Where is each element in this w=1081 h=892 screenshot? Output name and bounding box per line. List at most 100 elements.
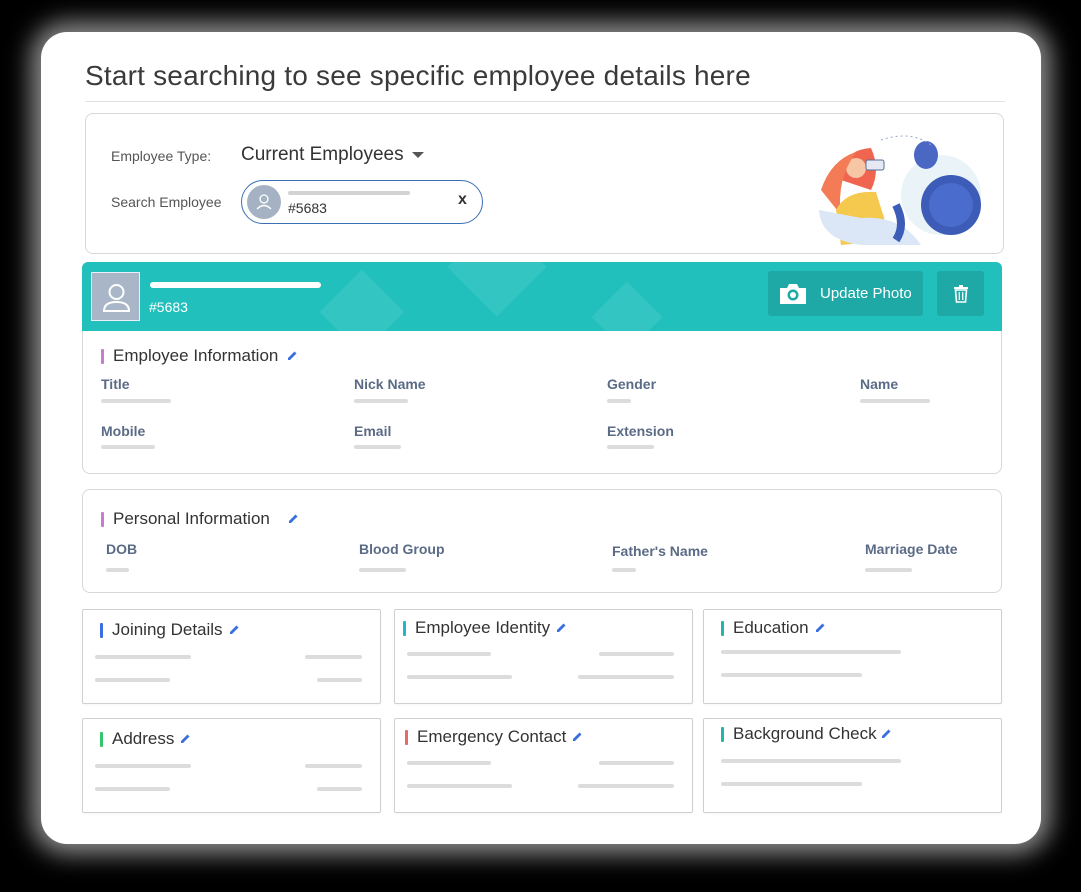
field-label-dob: DOB xyxy=(106,541,138,557)
section-heading: Emergency Contact xyxy=(405,727,583,747)
section-heading: Joining Details xyxy=(100,620,240,640)
search-employee-label: Search Employee xyxy=(111,194,222,210)
edit-pencil-icon[interactable] xyxy=(881,724,892,744)
camera-icon xyxy=(780,283,806,304)
field-value-placeholder xyxy=(612,568,636,572)
section-heading: Employee Information xyxy=(101,346,298,366)
field-label-blood-group: Blood Group xyxy=(359,541,445,557)
divider xyxy=(85,101,1005,102)
placeholder-line xyxy=(407,652,491,656)
clear-search-button[interactable]: x xyxy=(458,191,467,209)
employee-avatar[interactable] xyxy=(91,272,140,321)
field-label-mobile: Mobile xyxy=(101,423,146,439)
employee-type-value: Current Employees xyxy=(241,144,404,165)
placeholder-line xyxy=(721,650,901,654)
placeholder-line xyxy=(578,675,674,679)
user-icon xyxy=(102,284,131,312)
search-input[interactable]: #5683 x xyxy=(241,180,483,224)
field-label-title: Title xyxy=(101,376,130,392)
section-heading: Address xyxy=(100,729,191,749)
employee-information-title: Employee Information xyxy=(113,346,279,365)
field-value-placeholder xyxy=(101,399,171,403)
employee-banner: #5683 Update Photo xyxy=(82,262,1002,331)
placeholder-line xyxy=(721,673,862,677)
placeholder-line xyxy=(721,759,901,763)
section-marker xyxy=(101,511,104,527)
field-value-placeholder xyxy=(860,399,930,403)
field-value-placeholder xyxy=(101,445,155,449)
placeholder-line xyxy=(407,761,491,765)
edit-pencil-icon[interactable] xyxy=(287,346,298,366)
field-label-extension: Extension xyxy=(607,423,674,439)
education-title: Education xyxy=(733,618,809,637)
placeholder-line xyxy=(317,678,362,682)
field-value-placeholder xyxy=(607,399,631,403)
field-label-nick-name: Nick Name xyxy=(354,376,426,392)
field-value-placeholder xyxy=(354,399,408,403)
update-photo-button[interactable]: Update Photo xyxy=(768,271,923,316)
section-heading: Personal Information xyxy=(101,509,299,529)
section-marker xyxy=(721,726,724,742)
update-photo-label: Update Photo xyxy=(820,285,912,302)
section-marker xyxy=(721,620,724,636)
field-label-name: Name xyxy=(860,376,899,392)
field-value-placeholder xyxy=(354,445,401,449)
edit-pencil-icon[interactable] xyxy=(815,618,826,638)
trash-icon xyxy=(953,284,968,303)
placeholder-line xyxy=(721,782,862,786)
section-marker xyxy=(101,348,104,364)
employee-type-dropdown[interactable]: Current Employees xyxy=(241,144,424,166)
employee-identity-card[interactable]: Employee Identity xyxy=(394,609,693,704)
field-label-marriage-date: Marriage Date xyxy=(865,541,958,557)
edit-pencil-icon[interactable] xyxy=(572,727,583,747)
chevron-down-icon xyxy=(411,151,424,158)
section-marker xyxy=(403,620,406,636)
field-value-placeholder xyxy=(607,445,654,449)
section-heading: Education xyxy=(721,618,826,638)
search-panel: Employee Type: Current Employees Search … xyxy=(85,113,1004,254)
education-card[interactable]: Education xyxy=(703,609,1002,704)
placeholder-line xyxy=(599,761,674,765)
joining-details-card[interactable]: Joining Details xyxy=(82,609,381,704)
field-label-gender: Gender xyxy=(607,376,657,392)
placeholder-line xyxy=(407,675,512,679)
joining-details-title: Joining Details xyxy=(112,620,223,639)
placeholder-line xyxy=(305,764,362,768)
avatar xyxy=(247,185,281,219)
placeholder-line xyxy=(578,784,674,788)
employee-type-label: Employee Type: xyxy=(111,148,212,164)
section-heading: Employee Identity xyxy=(403,618,567,638)
field-value-placeholder xyxy=(359,568,406,572)
placeholder-line xyxy=(95,655,191,659)
placeholder-line xyxy=(599,652,674,656)
search-name-placeholder xyxy=(288,191,410,195)
address-title: Address xyxy=(112,729,175,748)
delete-photo-button[interactable] xyxy=(937,271,984,316)
field-label-email: Email xyxy=(354,423,392,439)
section-marker xyxy=(100,731,103,747)
search-illustration xyxy=(819,135,981,245)
placeholder-line xyxy=(407,784,512,788)
field-label-fathers-name: Father's Name xyxy=(612,543,708,559)
edit-pencil-icon[interactable] xyxy=(288,509,299,529)
background-check-title: Background Check xyxy=(733,724,877,743)
edit-pencil-icon[interactable] xyxy=(180,729,191,749)
emergency-contact-title: Emergency Contact xyxy=(417,727,567,746)
address-card[interactable]: Address xyxy=(82,718,381,813)
emergency-contact-card[interactable]: Emergency Contact xyxy=(394,718,693,813)
employee-id: #5683 xyxy=(149,299,188,315)
placeholder-line xyxy=(95,764,191,768)
field-value-placeholder xyxy=(865,568,912,572)
placeholder-line xyxy=(305,655,362,659)
employee-name-placeholder xyxy=(150,282,321,288)
section-marker xyxy=(405,729,408,745)
user-icon xyxy=(256,194,272,210)
edit-pencil-icon[interactable] xyxy=(229,620,240,640)
edit-pencil-icon[interactable] xyxy=(556,618,567,638)
placeholder-line xyxy=(95,787,170,791)
personal-information-title: Personal Information xyxy=(113,509,270,528)
background-check-card[interactable]: Background Check xyxy=(703,718,1002,813)
employee-information-section: Employee Information Title Nick Name Gen… xyxy=(82,331,1002,474)
search-value: #5683 xyxy=(288,200,327,216)
personal-information-section: Personal Information DOB Blood Group Fat… xyxy=(82,489,1002,593)
